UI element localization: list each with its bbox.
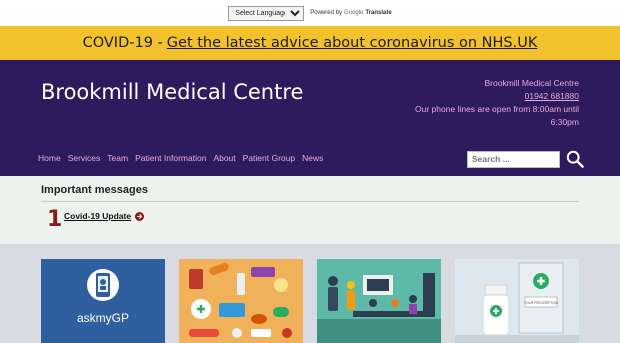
covid-update-label[interactable]: Covid-19 Update [64,211,131,221]
contact-name: Brookmill Medical Centre [484,78,579,88]
card-pharmacy[interactable]: YOUR PRESCRIPTION [455,259,579,343]
feature-cards: askmyGP YOUR PRESCRIPTION [0,259,620,343]
contact-info: Brookmill Medical Centre 01942 681880 Ou… [399,77,579,129]
important-messages: Important messages 1 Covid-19 Update [0,176,620,244]
covid-advice-link[interactable]: Get the latest advice about coronavirus … [167,35,538,51]
medication-image [179,259,303,343]
card-askmygp[interactable]: askmyGP [41,259,165,343]
main-nav: Home Services Team Patient Information A… [38,153,323,163]
messages-divider [41,201,579,202]
askmygp-logo-text: askmyGP [77,311,129,325]
powered-by-google-translate: Powered by Google Translate [310,10,391,16]
nav-item-about[interactable]: About [213,153,235,163]
site-title[interactable]: Brookmill Medical Centre [41,80,303,104]
message-count: 1 [47,207,63,232]
askmygp-image: askmyGP [41,259,165,343]
nav-item-services[interactable]: Services [68,153,101,163]
search-form [467,150,584,168]
card-meeting[interactable] [317,259,441,343]
covid-banner-prefix: COVID-19 - [82,35,163,51]
search-input[interactable] [467,150,560,168]
nav-item-team[interactable]: Team [107,153,128,163]
arrow-circle-right-icon[interactable] [135,211,145,221]
covid-update-link[interactable]: Covid-19 Update [64,211,145,221]
content-spacer [0,244,620,259]
nav-item-patient-information[interactable]: Patient Information [135,153,206,163]
nav-item-home[interactable]: Home [38,153,61,163]
google-logo-text: Google [343,10,364,16]
opening-hours: Our phone lines are open from 8:00am unt… [415,104,579,127]
meeting-image [317,259,441,343]
translate-bar: Select Language Powered by Google Transl… [0,0,620,26]
phone-link[interactable]: 01942 681880 [399,90,579,103]
card-medication[interactable] [179,259,303,343]
language-select[interactable]: Select Language [228,5,305,21]
covid-banner: COVID-19 - Get the latest advice about c… [0,26,620,60]
messages-heading: Important messages [41,184,148,196]
prescription-box-label: YOUR PRESCRIPTION [524,301,559,305]
nav-item-news[interactable]: News [302,153,323,163]
translate-label[interactable]: Translate [365,10,391,16]
pharmacy-image: YOUR PRESCRIPTION [455,259,579,343]
nav-item-patient-group[interactable]: Patient Group [243,153,295,163]
powered-by-label: Powered by [310,10,342,16]
search-icon[interactable] [566,150,584,168]
site-header: Brookmill Medical Centre Brookmill Medic… [0,60,620,176]
